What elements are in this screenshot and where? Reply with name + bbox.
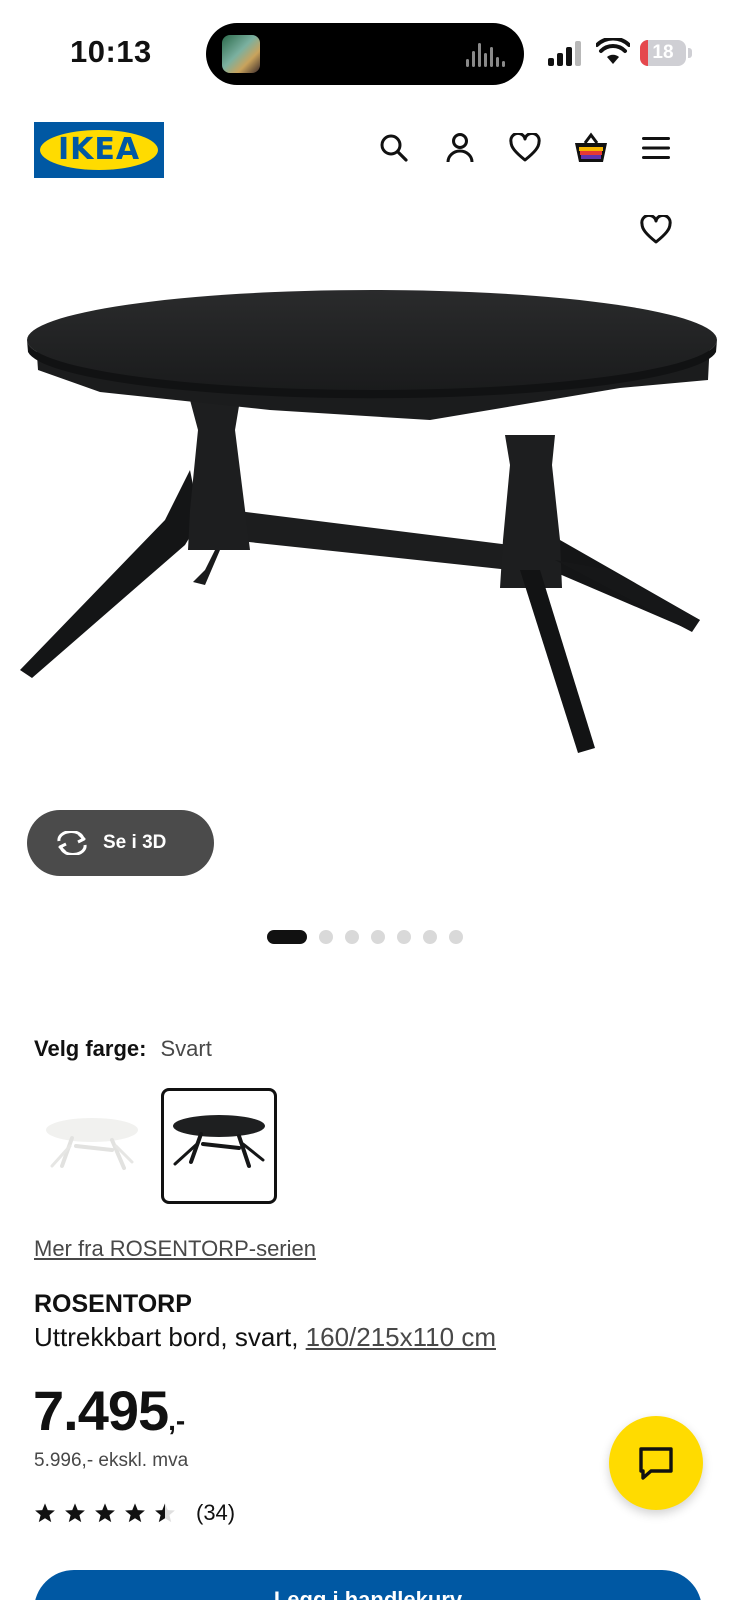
product-description-text: Uttrekkbart bord, svart, bbox=[34, 1322, 299, 1352]
gallery-dot[interactable] bbox=[397, 930, 411, 944]
price-suffix: ,- bbox=[168, 1405, 186, 1436]
cart-icon[interactable] bbox=[571, 128, 611, 168]
cellular-signal-icon bbox=[548, 40, 584, 66]
search-icon[interactable] bbox=[374, 128, 414, 168]
status-bar: 10:13 18 bbox=[0, 0, 736, 100]
selected-color: Svart bbox=[160, 1036, 212, 1061]
gallery-dot[interactable] bbox=[371, 930, 385, 944]
gallery-dot[interactable] bbox=[449, 930, 463, 944]
gallery-pagination[interactable] bbox=[267, 929, 463, 945]
color-label: Velg farge: bbox=[34, 1036, 147, 1061]
gallery-dot[interactable] bbox=[345, 930, 359, 944]
rating-count: (34) bbox=[196, 1500, 236, 1525]
product-image[interactable] bbox=[0, 270, 736, 790]
chat-button[interactable] bbox=[609, 1416, 703, 1510]
color-selector-label: Velg farge: Svart bbox=[34, 1036, 212, 1062]
star-icon bbox=[35, 1503, 55, 1523]
wifi-icon bbox=[596, 38, 630, 64]
battery-icon: 18 bbox=[640, 40, 692, 66]
price-ex-vat: 5.996,- ekskl. mva bbox=[34, 1450, 189, 1471]
status-time: 10:13 bbox=[70, 34, 152, 69]
product-size-link[interactable]: 160/215x110 cm bbox=[306, 1322, 496, 1352]
star-icon bbox=[125, 1503, 145, 1523]
add-to-favorites-icon[interactable] bbox=[636, 210, 676, 250]
product-name: ROSENTORP bbox=[34, 1290, 192, 1318]
price-main: 7.495 bbox=[33, 1379, 169, 1442]
add-to-cart-button[interactable]: Legg i handlekurv bbox=[34, 1570, 702, 1600]
gallery-dot[interactable] bbox=[423, 930, 437, 944]
star-icon bbox=[95, 1503, 115, 1523]
product-description: Uttrekkbart bord, svart, 160/215x110 cm bbox=[34, 1322, 496, 1353]
logo-text: IKEA bbox=[57, 132, 141, 167]
audio-waveform-icon bbox=[466, 41, 506, 67]
color-option-black[interactable] bbox=[161, 1088, 277, 1204]
view-in-3d-button[interactable]: Se i 3D bbox=[27, 810, 214, 876]
gallery-dot[interactable] bbox=[267, 930, 307, 944]
rotate-3d-icon bbox=[57, 831, 87, 855]
menu-icon[interactable] bbox=[636, 128, 676, 168]
product-price: 7.495,- bbox=[33, 1378, 185, 1443]
gallery-dot[interactable] bbox=[319, 930, 333, 944]
rating-stars bbox=[34, 1502, 176, 1524]
dynamic-island bbox=[206, 23, 524, 85]
view-in-3d-label: Se i 3D bbox=[103, 832, 167, 853]
star-icon bbox=[65, 1503, 85, 1523]
now-playing-artwork bbox=[222, 35, 260, 73]
account-icon[interactable] bbox=[440, 128, 480, 168]
favorites-icon[interactable] bbox=[505, 128, 545, 168]
color-option-white[interactable] bbox=[34, 1088, 150, 1204]
battery-percent: 18 bbox=[652, 42, 674, 63]
product-rating[interactable]: (34) bbox=[34, 1500, 235, 1526]
series-link[interactable]: Mer fra ROSENTORP-serien bbox=[34, 1236, 316, 1262]
chat-icon bbox=[639, 1447, 673, 1480]
star-icon bbox=[155, 1503, 175, 1523]
ikea-logo[interactable]: IKEA bbox=[34, 122, 164, 178]
